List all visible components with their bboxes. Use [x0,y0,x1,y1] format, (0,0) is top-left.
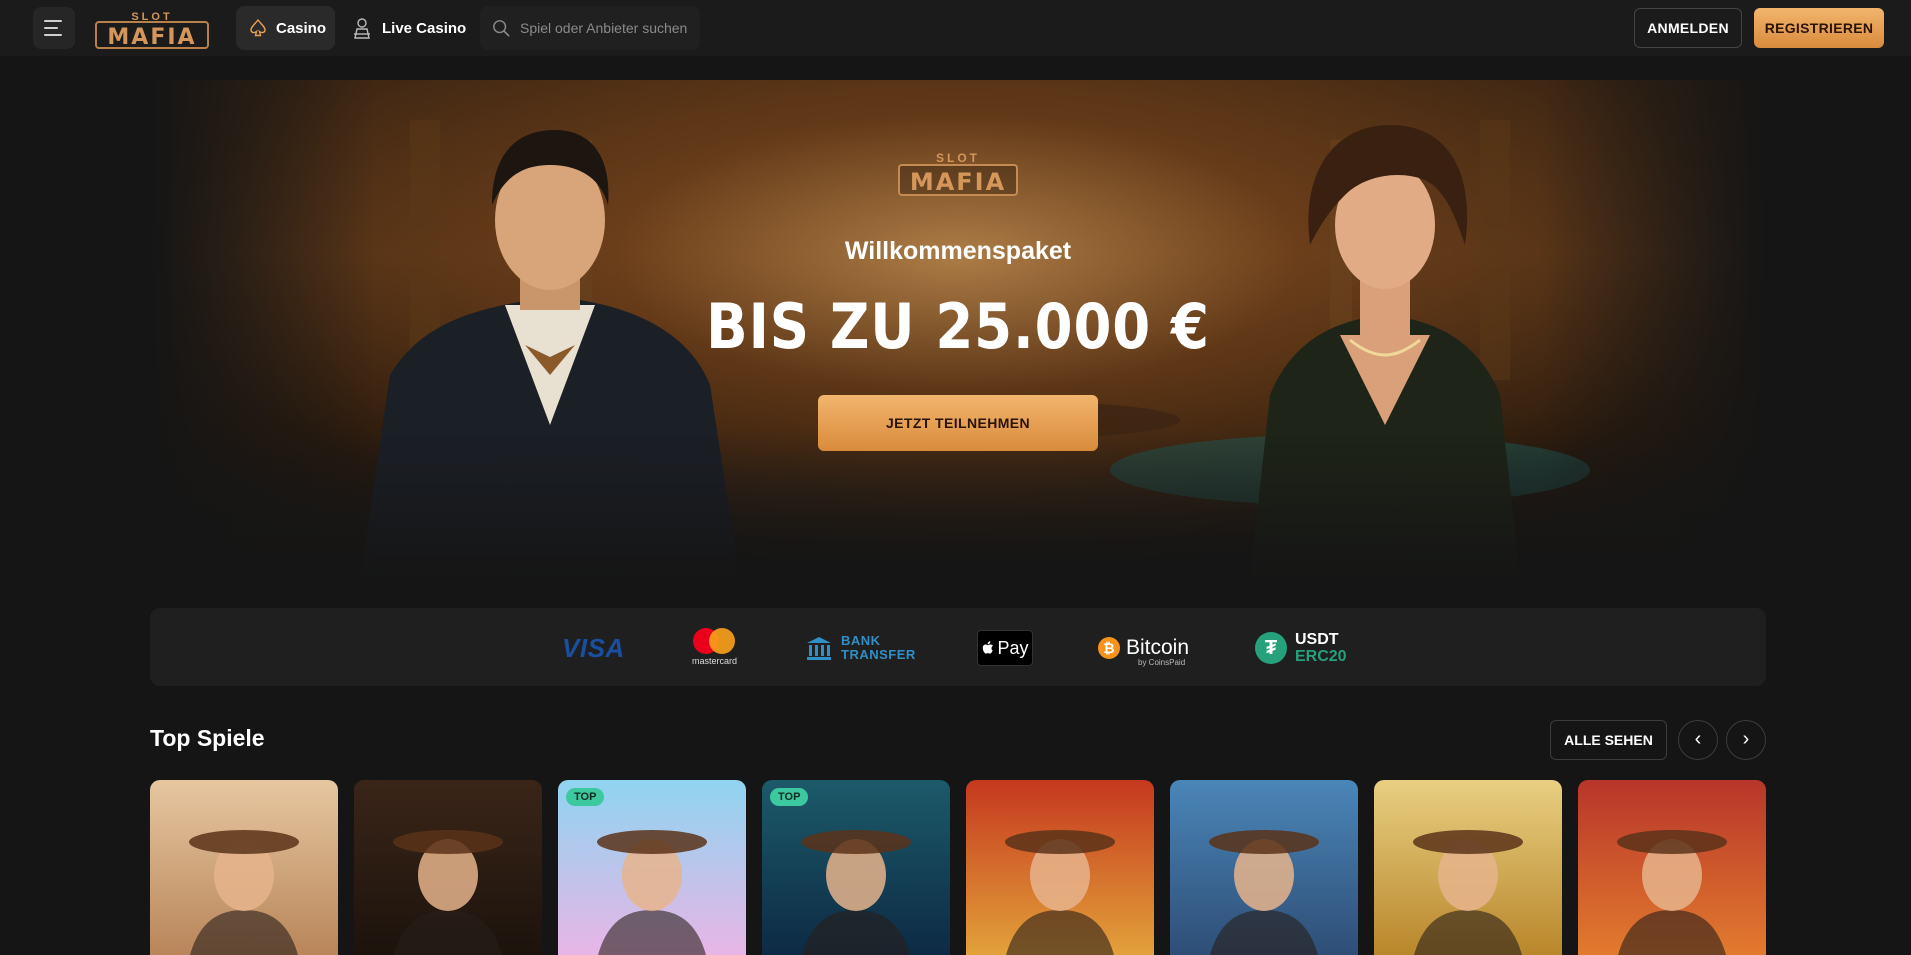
svg-text:SLOT: SLOT [936,151,980,165]
nav-casino-label: Casino [276,19,327,37]
register-button[interactable]: REGISTRIEREN [1754,8,1884,48]
top-badge: TOP [770,788,809,806]
bitcoin-icon: ₿ [1098,637,1120,659]
game-thumbnail-image [1209,830,1319,955]
hero-bonus-amount: BIS ZU 25.000 € [706,290,1210,363]
usdt-label: USDT [1295,631,1339,648]
erc20-label: ERC20 [1295,648,1347,665]
game-tile[interactable] [150,780,338,955]
hero-title: Willkommenspaket [844,237,1072,265]
bank-transfer-line2: TRANSFER [841,647,916,662]
dealer-icon [354,18,370,39]
see-all-button[interactable]: ALLE SEHEN [1550,720,1667,760]
svg-text:SLOT: SLOT [131,11,172,23]
bitcoin-logo: ₿ Bitcoin by CoinsPaid [1098,628,1189,668]
mastercard-icon [692,628,737,654]
bitcoin-label: Bitcoin [1126,636,1190,659]
bank-transfer-logo: BANK TRANSFER [805,628,916,668]
game-tile[interactable] [1374,780,1562,955]
nav-casino[interactable]: Casino [236,6,335,50]
visa-logo: VISA [562,632,625,663]
apple-pay-label: Pay [997,637,1029,658]
game-thumbnail-image [1005,830,1115,955]
game-tile[interactable]: TOP [762,780,950,955]
mastercard-label: mastercard [692,656,738,666]
top-games-title: Top Spiele [150,725,265,751]
game-thumbnail-image [393,830,503,955]
game-tile[interactable]: TOP [558,780,746,955]
svg-text:MAFIA: MAFIA [910,168,1006,196]
top-games-carousel: TOP TOP [150,780,1770,955]
slot-mafia-logo[interactable]: SLOT MAFIA [92,6,212,50]
hero-banner: SLOT MAFIA Willkommenspaket BIS ZU 25.00… [150,80,1766,580]
game-thumbnail-image [189,830,299,955]
spade-icon [250,18,266,37]
usdt-logo: ₮ USDT ERC20 [1255,628,1347,668]
top-badge: TOP [566,788,605,806]
game-tile[interactable] [1170,780,1358,955]
hero-slot-mafia-logo: SLOT MAFIA [898,151,1018,196]
payment-methods-bar: VISA mastercard BANK TRANSFER Pay ₿ Bitc… [150,608,1766,686]
bank-icon [807,637,831,660]
game-thumbnail-image [1617,830,1727,955]
game-tile[interactable] [966,780,1154,955]
apple-pay-logo: Pay [977,630,1033,666]
game-thumbnail-image [1413,830,1523,955]
bank-transfer-line1: BANK [841,633,881,648]
game-tile[interactable] [1578,780,1766,955]
search-input[interactable] [520,20,700,36]
game-thumbnail-image [801,830,911,955]
nav-live-casino[interactable]: Live Casino [352,6,466,50]
svg-text:MAFIA: MAFIA [107,25,196,50]
tether-icon: ₮ [1255,632,1287,664]
mastercard-logo: mastercard [692,628,737,668]
hamburger-menu-icon[interactable] [33,7,75,49]
nav-live-casino-label: Live Casino [382,19,467,37]
chevron-left-icon[interactable]: ‹ [1678,720,1718,760]
chevron-right-icon[interactable]: › [1726,720,1766,760]
search-box[interactable] [480,6,700,50]
join-now-button[interactable]: JETZT TEILNEHMEN [818,395,1098,451]
apple-icon [983,641,994,654]
login-button[interactable]: ANMELDEN [1634,8,1742,48]
coinspaid-label: by CoinsPaid [1138,658,1186,667]
top-header: SLOT MAFIA Casino Live Casino ANMELDEN R… [0,0,1911,56]
game-thumbnail-image [597,830,707,955]
game-tile[interactable] [354,780,542,955]
search-icon [493,20,510,37]
